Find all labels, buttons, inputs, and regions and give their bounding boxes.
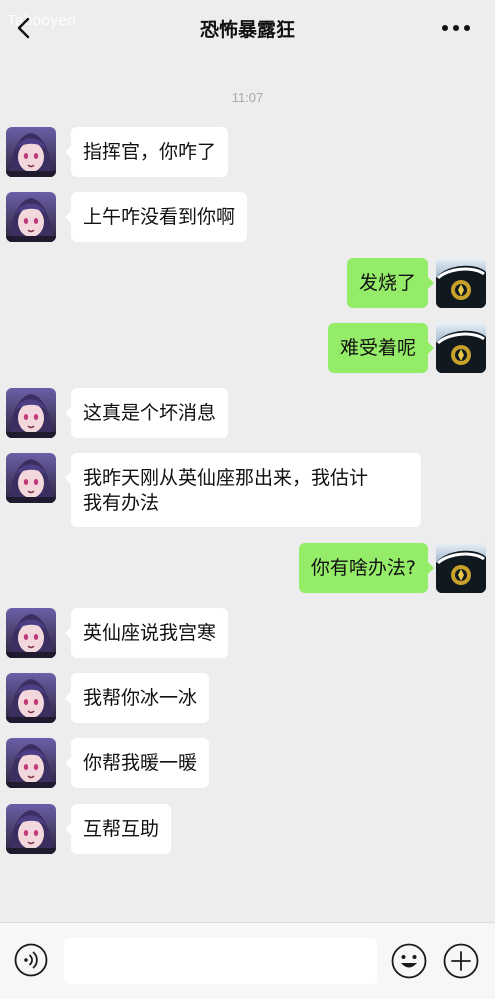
contact-avatar-image bbox=[6, 127, 56, 177]
contact-avatar-image bbox=[6, 673, 56, 723]
message-input[interactable] bbox=[64, 938, 377, 984]
contact-avatar-image bbox=[6, 738, 56, 788]
contact-avatar[interactable] bbox=[6, 673, 56, 723]
contact-avatar[interactable] bbox=[6, 192, 56, 242]
composer-bar bbox=[0, 922, 495, 999]
chat-timestamp: 11:07 bbox=[231, 90, 264, 105]
contact-avatar-image bbox=[6, 388, 56, 438]
message-bubble-received[interactable]: 我帮你冰一冰 bbox=[64, 673, 210, 723]
more-horizontal-icon[interactable] bbox=[441, 20, 471, 36]
plus-icon[interactable] bbox=[443, 943, 479, 979]
message-text: 难受着呢 bbox=[339, 337, 416, 359]
emoji-icon[interactable] bbox=[391, 943, 427, 979]
message-bubble-sent[interactable]: 难受着呢 bbox=[327, 323, 435, 373]
message-text: 英仙座说我宫寒 bbox=[83, 622, 217, 644]
message-text: 上午咋没看到你啊 bbox=[83, 206, 236, 228]
voice-icon[interactable] bbox=[14, 943, 48, 977]
contact-avatar[interactable] bbox=[6, 608, 56, 658]
message-bubble-received[interactable]: 你帮我暖一暖 bbox=[64, 738, 210, 788]
message-text: 指挥官，你咋了 bbox=[83, 141, 217, 163]
message-bubble-received[interactable]: 这真是个坏消息 bbox=[64, 388, 229, 438]
contact-avatar[interactable] bbox=[6, 738, 56, 788]
message-bubble-received[interactable]: 英仙座说我宫寒 bbox=[64, 608, 229, 658]
message-text: 互帮互助 bbox=[83, 818, 160, 840]
message-bubble-received[interactable]: 互帮互助 bbox=[64, 804, 172, 854]
message-bubble-sent[interactable]: 你有啥办法? bbox=[298, 543, 435, 593]
my-avatar-image bbox=[436, 323, 486, 373]
contact-avatar[interactable] bbox=[6, 127, 56, 177]
message-text: 你有啥办法? bbox=[310, 557, 416, 579]
chat-header: Tabooyeo 恐怖暴露狂 bbox=[0, 0, 495, 56]
contact-avatar-image bbox=[6, 192, 56, 242]
my-avatar-image bbox=[436, 543, 486, 593]
contact-avatar-image bbox=[6, 608, 56, 658]
contact-avatar[interactable] bbox=[6, 388, 56, 438]
my-avatar[interactable] bbox=[436, 323, 486, 373]
message-text-line: 我有办法 bbox=[83, 492, 160, 514]
message-text-line: 我昨天刚从英仙座那出来，我估计 bbox=[83, 467, 369, 489]
chat-title: 恐怖暴露狂 bbox=[199, 19, 295, 41]
contact-avatar-image bbox=[6, 804, 56, 854]
message-text: 发烧了 bbox=[358, 272, 416, 294]
my-avatar[interactable] bbox=[436, 543, 486, 593]
message-text: 我帮你冰一冰 bbox=[83, 687, 198, 709]
contact-avatar-image bbox=[6, 453, 56, 503]
my-avatar[interactable] bbox=[436, 258, 486, 308]
message-bubble-sent[interactable]: 发烧了 bbox=[346, 258, 435, 308]
contact-avatar[interactable] bbox=[6, 453, 56, 503]
message-text: 这真是个坏消息 bbox=[83, 402, 217, 424]
message-bubble-received[interactable]: 我昨天刚从英仙座那出来，我估计 我有办法 bbox=[65, 453, 421, 527]
contact-avatar[interactable] bbox=[6, 804, 56, 854]
message-text: 你帮我暖一暖 bbox=[83, 752, 198, 774]
message-bubble-received[interactable]: 指挥官，你咋了 bbox=[64, 127, 229, 177]
my-avatar-image bbox=[436, 258, 486, 308]
message-bubble-received[interactable]: 上午咋没看到你啊 bbox=[64, 192, 248, 242]
